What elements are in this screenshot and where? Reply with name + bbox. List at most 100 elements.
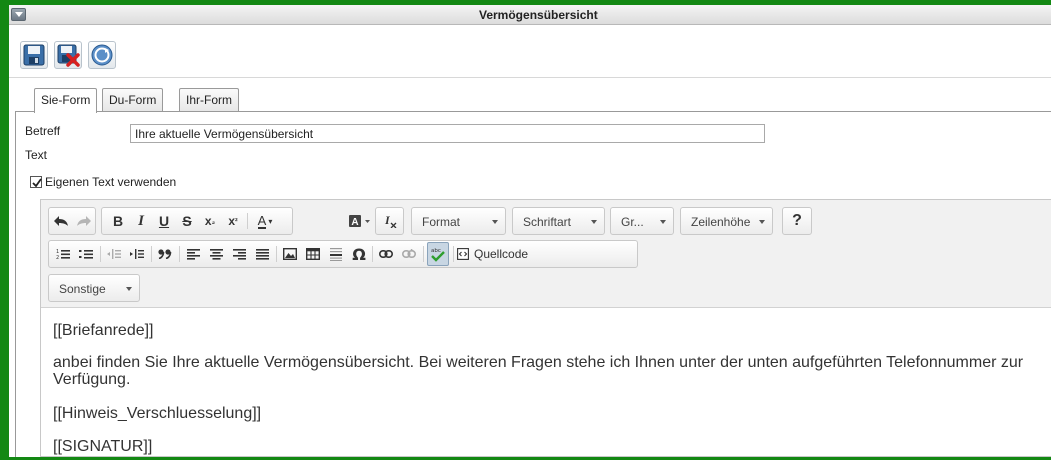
basic-styles-group: B I U S x₂ x² A ▾: [101, 207, 293, 235]
subject-input[interactable]: [130, 124, 765, 143]
bullet-list-button[interactable]: [75, 241, 97, 267]
line-height-dropdown-label: Zeilenhöhe: [691, 215, 751, 229]
indent-button[interactable]: [126, 241, 148, 267]
save-delete-icon: [57, 44, 80, 67]
font-dropdown[interactable]: Schriftart: [512, 207, 605, 235]
spellcheck-button[interactable]: abc: [427, 242, 449, 266]
rich-text-editor: B I U S x₂ x² A ▾ A I Format Schriftart …: [40, 199, 1051, 457]
undo-redo-group: [48, 207, 96, 235]
editor-toolbar: B I U S x₂ x² A ▾ A I Format Schriftart …: [41, 200, 1051, 308]
align-justify-button[interactable]: [251, 241, 273, 267]
own-text-checkbox[interactable]: [30, 176, 42, 188]
tab-du-form[interactable]: Du-Form: [102, 88, 164, 112]
help-group: ?: [782, 207, 812, 235]
indent-icon: [130, 249, 144, 259]
source-code-icon: [457, 248, 469, 260]
size-dropdown-label: Gr...: [621, 215, 644, 229]
source-code-button[interactable]: Quellcode: [457, 241, 537, 267]
link-icon: [379, 250, 393, 258]
svg-text:I: I: [384, 214, 391, 227]
blockquote-button[interactable]: [154, 241, 176, 267]
editor-content[interactable]: [[Briefanrede]] anbei finden Sie Ihre ak…: [41, 309, 1051, 456]
chevron-down-icon: [660, 220, 666, 224]
chevron-down-icon: [126, 287, 132, 291]
text-color-button[interactable]: A ▾: [251, 208, 279, 234]
save-icon: [23, 44, 45, 66]
insert-image-button[interactable]: [279, 241, 301, 267]
toolbar-separator: [247, 213, 248, 229]
outdent-button[interactable]: [103, 241, 125, 267]
misc-dropdown[interactable]: Sonstige: [48, 274, 140, 302]
unlink-button[interactable]: [398, 241, 420, 267]
horizontal-line-icon: [330, 247, 342, 261]
save-button[interactable]: [20, 41, 48, 69]
numbered-list-icon: 1 2: [56, 249, 70, 260]
align-right-icon: [232, 248, 246, 260]
toolbar-separator: [453, 246, 454, 262]
redo-button[interactable]: [73, 208, 95, 234]
align-right-button[interactable]: [228, 241, 250, 267]
toolbar-separator: [179, 246, 180, 262]
text-label: Text: [25, 148, 48, 162]
redo-icon: [77, 216, 91, 226]
svg-text:A: A: [351, 217, 358, 228]
svg-text:2: 2: [56, 255, 59, 260]
help-button[interactable]: ?: [786, 208, 808, 234]
content-paragraph: [[Hinweis_Verschluesselung]]: [53, 405, 262, 422]
strikethrough-button[interactable]: S: [176, 208, 198, 234]
bullet-list-icon: [79, 250, 93, 259]
align-justify-icon: [255, 248, 269, 260]
main-toolbar: [9, 26, 1051, 78]
table-icon: [306, 248, 320, 260]
tab-ihr-form[interactable]: Ihr-Form: [179, 88, 239, 112]
superscript-button[interactable]: x²: [222, 208, 244, 234]
blockquote-icon: [158, 249, 172, 259]
toolbar-separator: [151, 246, 152, 262]
chevron-down-icon: [591, 220, 597, 224]
remove-format-button[interactable]: I: [379, 208, 401, 234]
refresh-icon: [91, 44, 113, 66]
toolbar-separator: [423, 246, 424, 262]
link-button[interactable]: [375, 241, 397, 267]
undo-icon: [54, 216, 68, 226]
size-dropdown[interactable]: Gr...: [610, 207, 674, 235]
format-dropdown[interactable]: Format: [411, 207, 506, 235]
horizontal-line-button[interactable]: [325, 241, 347, 267]
window-title: Vermögensübersicht: [479, 8, 598, 22]
undo-button[interactable]: [50, 208, 72, 234]
italic-button[interactable]: I: [130, 208, 152, 234]
toolbar-separator: [100, 246, 101, 262]
spellcheck-icon: abc: [431, 248, 445, 262]
numbered-list-button[interactable]: 1 2: [52, 241, 74, 267]
toolbar-separator: [372, 246, 373, 262]
content-paragraph: [[Briefanrede]]: [53, 322, 154, 339]
unlink-icon: [402, 249, 416, 259]
paragraph-insert-group: 1 2 Ω abc Quellcode: [48, 240, 638, 268]
subscript-button[interactable]: x₂: [199, 208, 221, 234]
bold-button[interactable]: B: [107, 208, 129, 234]
remove-format-group: I: [375, 207, 404, 235]
form-tabs: Sie-Form Du-Form Ihr-Form: [15, 88, 1051, 113]
own-text-label: Eigenen Text verwenden: [45, 175, 177, 189]
insert-table-button[interactable]: [302, 241, 324, 267]
chevron-down-icon: [492, 220, 498, 224]
chevron-down-icon: [759, 220, 765, 224]
special-char-button[interactable]: Ω: [348, 241, 370, 267]
line-height-dropdown[interactable]: Zeilenhöhe: [680, 207, 773, 235]
tab-sie-form[interactable]: Sie-Form: [34, 88, 98, 113]
checkmark-icon: [32, 178, 42, 188]
outdent-icon: [107, 249, 121, 259]
align-left-button[interactable]: [182, 241, 204, 267]
align-center-button[interactable]: [205, 241, 227, 267]
refresh-button[interactable]: [88, 41, 116, 69]
dialog-window: Vermögensübersicht Sie-Form Du-Form Ihr-…: [0, 0, 1051, 460]
misc-dropdown-label: Sonstige: [59, 282, 106, 296]
delete-button[interactable]: [54, 41, 82, 69]
title-bar: Vermögensübersicht: [9, 5, 1051, 25]
remove-format-icon: I: [384, 214, 397, 228]
content-paragraph: anbei finden Sie Ihre aktuelle Vermögens…: [53, 354, 1024, 388]
background-color-button[interactable]: A: [346, 208, 374, 234]
format-dropdown-label: Format: [422, 215, 461, 229]
align-center-icon: [209, 248, 223, 260]
underline-button[interactable]: U: [153, 208, 175, 234]
